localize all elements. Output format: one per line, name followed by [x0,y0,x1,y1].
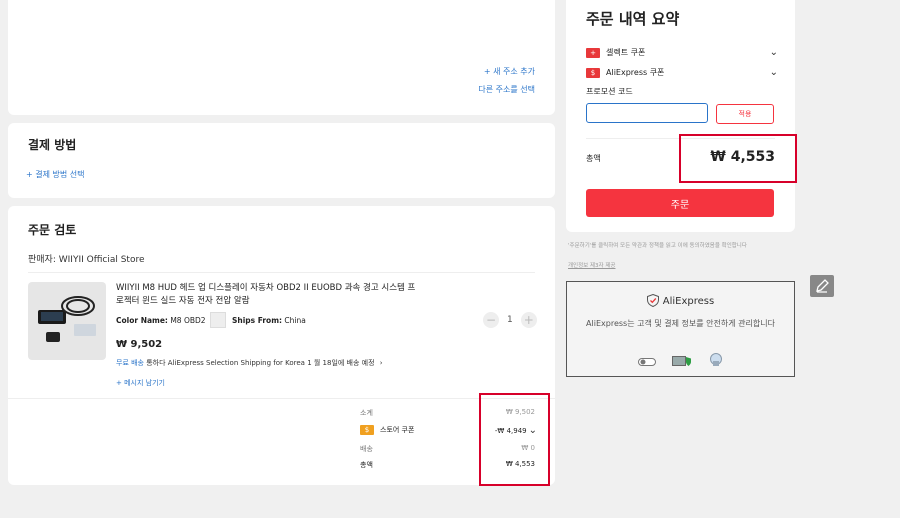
aliexpress-logo: AliExpress [662,296,715,307]
payment-title: 결제 방법 [28,138,77,152]
edit-icon[interactable] [810,275,834,297]
color-value: M8 OBD2 [170,315,206,325]
choose-other-address-link[interactable]: 다른 주소를 선택 [478,84,535,95]
security-brand-row: AliExpress [567,292,794,311]
select-coupon-row[interactable]: + 셀렉트 쿠폰 ⌄ [586,47,778,58]
ships-label: Ships From: [231,315,283,325]
quantity-stepper: − 1 + [483,312,537,328]
security-badges [567,352,794,371]
ae-coupon-row[interactable]: $ AliExpress 쿠폰 ⌄ [586,67,778,78]
subtotal-label: 소계 [360,409,373,417]
product-price: ₩ 9,502 [116,339,163,350]
free-shipping-label: 무료 배송 [116,359,144,367]
color-label: Color Name: [116,315,168,325]
product-sku: Color Name: M8 OBD2 Ships From: China [116,312,306,328]
chevron-right-icon[interactable]: › [380,359,383,367]
shipping-via: 통하다 AliExpress Selection Shipping for Ko… [146,359,305,367]
summary-title: 주문 내역 요약 [586,10,680,28]
total-label: 총액 [360,461,373,469]
quantity-increase-button[interactable]: + [520,312,537,328]
product-image[interactable] [28,282,106,360]
divider [28,272,535,273]
security-message: AliExpress는 고객 및 결제 정보를 안전하게 관리합니다 [586,319,775,328]
shield-icon [646,292,659,311]
order-review-card: 주문 검토 판매자: WIIYII Official Store WIIYII … [8,206,555,485]
address-card: + 새 주소 추가 다른 주소를 선택 [8,0,555,115]
cloud-lock-icon [708,352,724,371]
promo-label: 프로모션 코드 [586,87,633,96]
card-toggle-icon [637,352,656,371]
card-shield-icon [671,352,692,371]
promo-code-input[interactable] [586,103,708,123]
sku-thumb [209,312,226,328]
review-title: 주문 검토 [28,223,77,237]
divider [8,398,555,399]
seller-name[interactable]: 판매자: WIIYII Official Store [28,252,145,265]
terms-text: '주문하기'를 클릭하여 모든 약관과 정책을 읽고 이에 동의하였음을 확인합… [568,243,747,249]
quantity-value[interactable]: 1 [507,315,513,325]
coupon-flag-icon: + [586,47,600,58]
product-title[interactable]: WIIYII M8 HUD 헤드 업 디스플레이 자동차 OBD2 II EUO… [116,282,416,308]
highlight-box-summary-total [679,134,797,183]
ships-value: China [284,315,306,325]
privacy-link[interactable]: 개인정보 제3자 제공 [568,261,615,269]
shipping-label: 배송 [360,445,373,453]
apply-button[interactable]: 적용 [716,104,774,124]
place-order-button[interactable]: 주문 [586,189,774,217]
highlight-box-totals [479,393,550,486]
leave-message-link[interactable]: + 메시지 남기기 [116,378,165,388]
delivery-date: 1 월 18일에 배송 예정 [307,359,375,367]
payment-card: 결제 방법 + 결제 방법 선택 [8,123,555,198]
chevron-down-icon[interactable]: ⌄ [770,47,778,58]
ae-coupon-label: AliExpress 쿠폰 [606,68,665,77]
order-summary-card: 주문 내역 요약 + 셀렉트 쿠폰 ⌄ $ AliExpress 쿠폰 ⌄ 프로… [566,0,795,232]
shipping-info[interactable]: 무료 배송 통하다 AliExpress Selection Shipping … [116,358,383,368]
coupon-flag-icon: $ [360,425,374,435]
store-coupon-label: 스토어 쿠폰 [380,426,415,434]
add-new-address-link[interactable]: + 새 주소 추가 [484,66,535,77]
security-card: AliExpress AliExpress는 고객 및 결제 정보를 안전하게 … [566,281,795,377]
chevron-down-icon[interactable]: ⌄ [770,67,778,78]
select-payment-link[interactable]: + 결제 방법 선택 [26,169,85,180]
summary-total-label: 총액 [586,154,601,163]
quantity-decrease-button[interactable]: − [483,312,499,328]
coupon-flag-icon: $ [586,67,600,78]
select-coupon-label: 셀렉트 쿠폰 [606,48,646,57]
store-coupon-row[interactable]: $ 스토어 쿠폰 [360,425,414,435]
